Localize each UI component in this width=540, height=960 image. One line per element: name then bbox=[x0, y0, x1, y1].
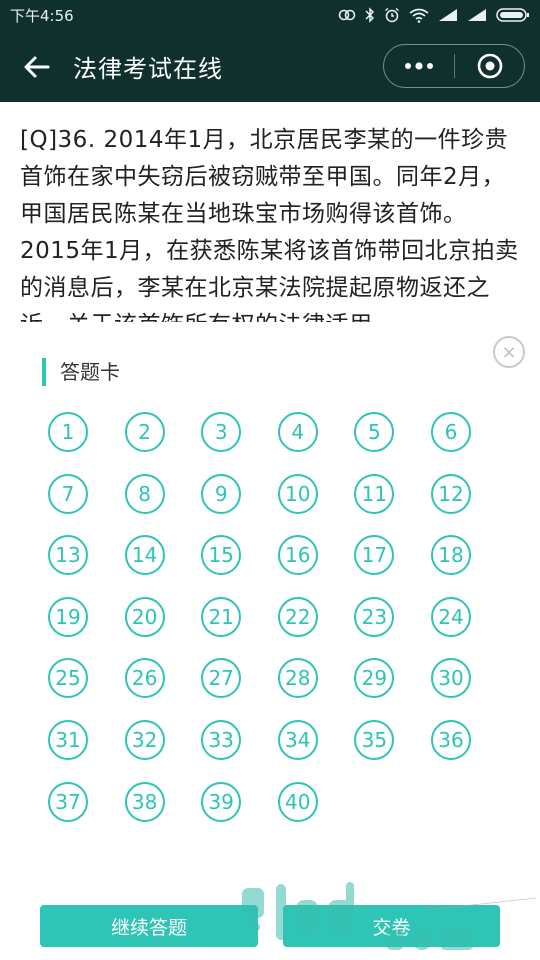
question-number-button[interactable]: 21 bbox=[201, 596, 242, 637]
question-number-button[interactable]: 15 bbox=[201, 535, 242, 576]
question-number-button[interactable]: 11 bbox=[354, 473, 395, 514]
question-number-button[interactable]: 13 bbox=[48, 535, 88, 576]
signal-icon-2 bbox=[468, 9, 486, 21]
question-number-button[interactable]: 24 bbox=[430, 596, 471, 637]
back-button[interactable] bbox=[22, 52, 52, 82]
question-number-button[interactable]: 35 bbox=[354, 719, 395, 760]
mini-program-capsule bbox=[383, 44, 525, 88]
answer-card-title: 答题卡 bbox=[42, 358, 120, 386]
submit-exam-button[interactable]: 交卷 bbox=[283, 905, 500, 947]
question-number-button[interactable]: 32 bbox=[124, 719, 165, 760]
question-number-button[interactable]: 10 bbox=[277, 473, 318, 514]
question-text: [Q]36. 2014年1月，北京居民李某的一件珍贵首饰在家中失窃后被窃贼带至甲… bbox=[20, 127, 519, 322]
battery-icon bbox=[496, 8, 529, 22]
question-number-button[interactable]: 34 bbox=[277, 719, 318, 760]
back-arrow-icon bbox=[24, 56, 50, 78]
bluetooth-icon bbox=[365, 7, 375, 23]
question-number-button[interactable]: 29 bbox=[354, 658, 395, 699]
question-number-button[interactable]: 31 bbox=[48, 719, 88, 760]
question-number-grid: 1 2 3 4 5 6 7 8 9 10 11 12 13 14 15 16 17 18 19 20 21 22 23 24 2… bbox=[48, 412, 471, 822]
signal-icon bbox=[439, 9, 457, 21]
wifi-icon bbox=[409, 8, 429, 23]
close-sheet-button[interactable]: × bbox=[493, 336, 525, 368]
question-number-button[interactable]: 5 bbox=[354, 412, 395, 452]
status-time: 下午4:56 bbox=[10, 6, 74, 25]
exit-button[interactable] bbox=[455, 45, 524, 87]
question-number-button[interactable]: 36 bbox=[430, 719, 471, 760]
question-number-button[interactable]: 39 bbox=[201, 781, 242, 822]
question-number-button[interactable]: 18 bbox=[430, 535, 471, 576]
more-button[interactable] bbox=[384, 45, 454, 87]
question-number-button[interactable]: 20 bbox=[124, 596, 165, 637]
question-number-button[interactable]: 28 bbox=[277, 658, 318, 699]
question-number-button[interactable]: 17 bbox=[354, 535, 395, 576]
question-number-button[interactable]: 33 bbox=[201, 719, 242, 760]
question-number-button[interactable]: 7 bbox=[48, 473, 88, 514]
question-number-button[interactable]: 22 bbox=[277, 596, 318, 637]
close-icon: × bbox=[501, 341, 517, 363]
alarm-icon bbox=[385, 7, 399, 23]
page-title: 法律考试在线 bbox=[73, 55, 223, 83]
question-number-button[interactable]: 14 bbox=[124, 535, 165, 576]
question-number-button[interactable]: 37 bbox=[48, 781, 88, 822]
more-dots-icon bbox=[405, 62, 433, 70]
question-number-button[interactable]: 2 bbox=[124, 412, 165, 452]
question-number-button[interactable]: 19 bbox=[48, 596, 88, 637]
question-number-button[interactable]: 9 bbox=[201, 473, 242, 514]
status-bar: 下午4:56 bbox=[0, 0, 540, 30]
continue-answering-button[interactable]: 继续答题 bbox=[40, 905, 258, 947]
question-number-button[interactable]: 1 bbox=[48, 412, 88, 452]
question-number-button[interactable]: 26 bbox=[124, 658, 165, 699]
question-number-button[interactable]: 25 bbox=[48, 658, 88, 699]
question-number-button[interactable]: 40 bbox=[277, 781, 318, 822]
question-number-button[interactable]: 3 bbox=[201, 412, 242, 452]
link-icon bbox=[338, 9, 356, 21]
question-number-button[interactable]: 6 bbox=[430, 412, 471, 452]
question-number-button[interactable]: 8 bbox=[124, 473, 165, 514]
question-number-button[interactable]: 4 bbox=[277, 412, 318, 452]
question-number-button[interactable]: 30 bbox=[430, 658, 471, 699]
nav-bar: 法律考试在线 bbox=[0, 30, 540, 102]
answer-card-sheet: × 答题卡 1 2 3 4 5 6 7 8 9 10 11 12 13 14 15 16 17 18 19 20 21 2… bbox=[0, 322, 540, 960]
target-icon bbox=[477, 53, 502, 79]
status-icons bbox=[338, 7, 530, 23]
question-number-button[interactable]: 38 bbox=[124, 781, 165, 822]
question-number-button[interactable]: 23 bbox=[354, 596, 395, 637]
question-number-button[interactable]: 12 bbox=[430, 473, 471, 514]
question-number-button[interactable]: 16 bbox=[277, 535, 318, 576]
question-number-button[interactable]: 27 bbox=[201, 658, 242, 699]
